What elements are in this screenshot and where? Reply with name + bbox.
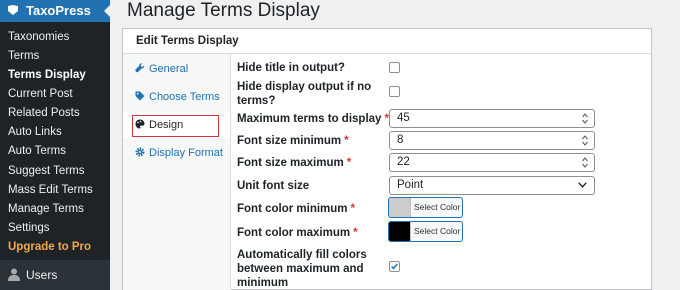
sidebar-item-related-posts[interactable]: Related Posts <box>8 106 80 120</box>
tab-display-format-label: Display Format <box>149 147 223 159</box>
auto-fill-label-line1: Automatically fill colors <box>237 249 367 261</box>
sidebar-item-current-post[interactable]: Current Post <box>8 87 73 101</box>
palette-icon <box>135 119 145 129</box>
color-max-label: Font color maximum * <box>237 227 358 239</box>
max-terms-value: 45 <box>397 112 410 124</box>
required-marker: * <box>350 203 356 215</box>
required-marker: * <box>344 135 349 147</box>
sidebar-item-users-label: Users <box>26 268 58 282</box>
unit-font-label: Unit font size <box>237 180 310 192</box>
panel-title: Edit Terms Display <box>136 35 239 47</box>
tab-design[interactable]: Design <box>123 112 230 138</box>
auto-fill-label-line2: between maximum and <box>237 263 364 275</box>
auto-fill-label-line3: minimum <box>237 277 289 289</box>
required-marker: * <box>346 157 352 169</box>
sidebar-item-users[interactable]: Users <box>0 260 110 290</box>
unit-font-value: Point <box>397 179 424 191</box>
color-max-button-label: Select Color <box>414 226 461 236</box>
sidebar-item-terms-display[interactable]: Terms Display <box>8 68 86 82</box>
max-terms-input[interactable]: 45 <box>389 109 595 128</box>
color-min-label: Font color minimum * <box>237 203 356 215</box>
unit-font-select[interactable]: Point <box>389 176 595 195</box>
hide-title-checkbox[interactable] <box>389 62 400 73</box>
current-menu-arrow <box>104 5 110 17</box>
sidebar-item-upgrade-to-pro[interactable]: Upgrade to Pro <box>8 240 91 254</box>
sidebar-item-auto-links[interactable]: Auto Links <box>8 125 62 139</box>
tab-design-label: Design <box>149 119 184 131</box>
font-max-label: Font size maximum * <box>237 157 352 169</box>
color-min-swatch <box>389 198 411 217</box>
max-terms-label: Maximum terms to display * <box>237 113 389 125</box>
font-max-value: 22 <box>397 156 410 168</box>
settings-tabs: General Choose Terms Design Display Form… <box>123 54 231 290</box>
tab-display-format[interactable]: Display Format <box>123 140 230 166</box>
sidebar-item-auto-terms[interactable]: Auto Terms <box>8 144 66 158</box>
stepper-icon[interactable] <box>582 157 588 168</box>
tab-choose-terms[interactable]: Choose Terms <box>123 84 230 110</box>
sidebar-item-suggest-terms[interactable]: Suggest Terms <box>8 164 85 178</box>
font-max-input[interactable]: 22 <box>389 153 595 172</box>
color-max-select-button[interactable]: Select Color <box>388 221 463 242</box>
hide-display-label-line2: terms? <box>237 95 276 107</box>
sidebar-item-taxonomies[interactable]: Taxonomies <box>8 30 69 44</box>
user-icon <box>8 268 20 281</box>
required-marker: * <box>353 227 358 239</box>
checkmark-icon <box>391 263 398 270</box>
chevron-down-icon <box>578 182 587 188</box>
sidebar-item-manage-terms[interactable]: Manage Terms <box>8 202 84 216</box>
admin-sidebar: TaxoPress Taxonomies Terms Terms Display… <box>0 0 110 290</box>
color-min-select-button[interactable]: Select Color <box>388 197 463 218</box>
tag-icon <box>135 91 145 101</box>
color-min-button-label: Select Color <box>414 202 461 212</box>
hide-display-checkbox[interactable] <box>389 86 400 97</box>
stepper-icon[interactable] <box>582 113 588 124</box>
wrench-icon <box>135 63 145 73</box>
auto-fill-checkbox[interactable] <box>389 261 400 272</box>
font-min-label: Font size minimum * <box>237 135 349 147</box>
sidebar-item-mass-edit-terms[interactable]: Mass Edit Terms <box>8 183 93 197</box>
tab-general-label: General <box>149 63 189 75</box>
sidebar-plugin-header[interactable]: TaxoPress <box>0 0 110 22</box>
tab-general[interactable]: General <box>123 56 230 82</box>
page-title: Manage Terms Display <box>127 0 320 21</box>
panel-header: Edit Terms Display <box>123 29 651 54</box>
edit-terms-display-panel: Edit Terms Display General Choose Terms … <box>122 28 652 290</box>
sidebar-plugin-name: TaxoPress <box>26 3 91 18</box>
font-min-input[interactable]: 8 <box>389 131 595 150</box>
stepper-icon[interactable] <box>582 135 588 146</box>
sidebar-item-settings[interactable]: Settings <box>8 221 50 235</box>
color-max-swatch <box>389 222 411 241</box>
font-min-value: 8 <box>397 134 404 146</box>
tab-choose-terms-label: Choose Terms <box>149 91 220 103</box>
hide-title-label: Hide title in output? <box>237 62 345 74</box>
hide-display-label-line1: Hide display output if no <box>237 81 372 93</box>
taxopress-icon <box>8 5 18 15</box>
sidebar-item-terms[interactable]: Terms <box>8 49 39 63</box>
gear-icon <box>135 147 145 157</box>
